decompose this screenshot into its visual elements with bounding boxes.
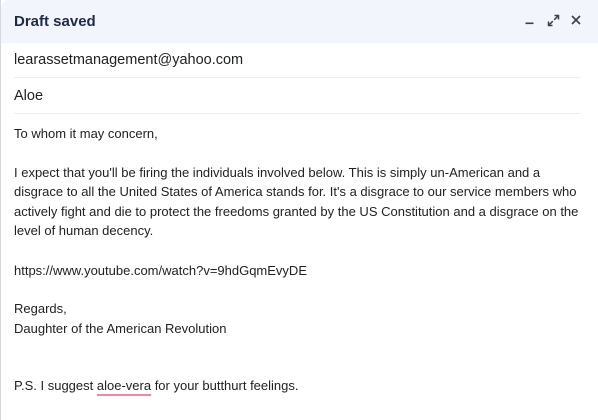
window-title: Draft saved	[14, 13, 96, 30]
postscript-text-start: P.S. I suggest	[14, 378, 97, 393]
greeting-line: To whom it may concern,	[14, 126, 158, 141]
postscript-line: P.S. I suggest aloe-vera for your butthu…	[14, 376, 580, 396]
window-controls	[522, 12, 584, 28]
close-icon	[571, 15, 581, 25]
video-link[interactable]: https://www.youtube.com/watch?v=9hdGqmEv…	[14, 261, 580, 281]
subject-input[interactable]	[14, 87, 580, 104]
minimize-button[interactable]	[522, 12, 538, 28]
spellcheck-flagged-word[interactable]: aloe-vera	[97, 378, 151, 393]
to-input[interactable]	[14, 52, 580, 68]
postscript-text-end: for your butthurt feelings.	[151, 378, 299, 393]
body-paragraph: I expect that you'll be firing the indiv…	[14, 164, 579, 239]
message-body[interactable]: To whom it may concern, I expect that yo…	[14, 124, 580, 396]
compose-window: Draft saved learassetmanagement@yahoo.co…	[0, 0, 598, 420]
closing-line: Regards,	[14, 301, 67, 316]
minimize-icon	[525, 22, 534, 25]
signature-line: Daughter of the American Revolution	[14, 320, 227, 336]
recipients-field[interactable]	[14, 43, 580, 78]
expand-icon	[547, 14, 559, 26]
compose-titlebar[interactable]: Draft saved	[1, 0, 598, 43]
subject-field[interactable]	[14, 78, 580, 114]
expand-button[interactable]	[545, 12, 561, 28]
close-button[interactable]	[568, 12, 584, 28]
